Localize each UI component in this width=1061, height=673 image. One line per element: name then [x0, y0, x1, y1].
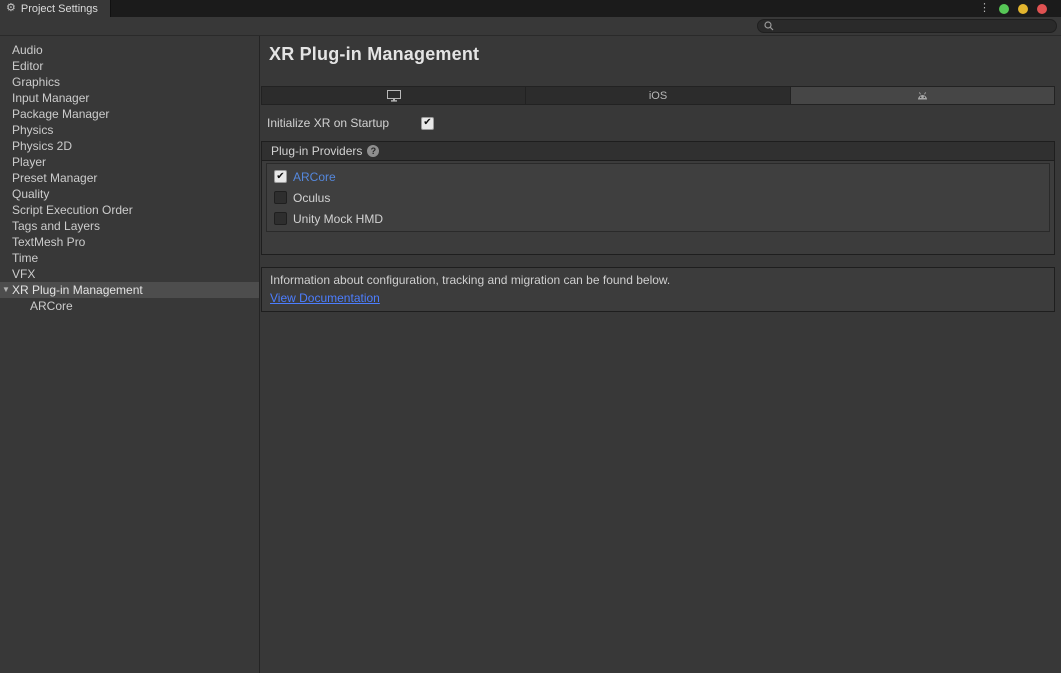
sidebar-item-textmesh-pro[interactable]: TextMesh Pro: [0, 234, 259, 250]
sidebar-item-editor[interactable]: Editor: [0, 58, 259, 74]
monitor-icon: [386, 90, 402, 102]
sidebar-item-label: Editor: [12, 58, 43, 74]
settings-category-list: Audio Editor Graphics Input Manager Pack…: [0, 42, 259, 314]
window-control-yellow[interactable]: [1018, 4, 1028, 14]
sidebar-item-label: Time: [12, 250, 38, 266]
plugin-providers-box: Plug-in Providers ? ✔ ARCore Oculus Unit…: [261, 141, 1055, 255]
page-title: XR Plug-in Management: [269, 44, 1055, 65]
foldout-triangle-icon[interactable]: ▼: [2, 282, 12, 298]
info-text: Information about configuration, trackin…: [270, 273, 1046, 287]
tab-android[interactable]: [790, 86, 1055, 105]
sidebar-item-label: Script Execution Order: [12, 202, 133, 218]
sidebar-item-label: Player: [12, 154, 46, 170]
window-control-red[interactable]: [1037, 4, 1047, 14]
sidebar-item-quality[interactable]: Quality: [0, 186, 259, 202]
sidebar-item-label: XR Plug-in Management: [12, 282, 143, 298]
sidebar-item-label: VFX: [12, 266, 35, 282]
sidebar-item-arcore[interactable]: ARCore: [0, 298, 259, 314]
window-control-green[interactable]: [999, 4, 1009, 14]
toolbar: [0, 17, 1061, 36]
sidebar-item-label: Graphics: [12, 74, 60, 90]
provider-checkbox[interactable]: [274, 212, 287, 225]
sidebar-item-input-manager[interactable]: Input Manager: [0, 90, 259, 106]
sidebar-item-label: Audio: [12, 42, 43, 58]
sidebar-item-audio[interactable]: Audio: [0, 42, 259, 58]
android-icon: [916, 90, 929, 102]
provider-checkbox[interactable]: [274, 191, 287, 204]
provider-list: ✔ ARCore Oculus Unity Mock HMD: [266, 163, 1050, 232]
sidebar-item-graphics[interactable]: Graphics: [0, 74, 259, 90]
tab-standalone[interactable]: [261, 86, 526, 105]
sidebar-item-label: Quality: [12, 186, 49, 202]
search-input[interactable]: [778, 20, 1050, 32]
plugin-providers-header: Plug-in Providers ?: [262, 142, 1054, 161]
tab-ios-label: iOS: [649, 90, 667, 102]
initialize-xr-label: Initialize XR on Startup: [267, 116, 421, 130]
main-panel: XR Plug-in Management iOS: [260, 36, 1061, 673]
provider-row-oculus[interactable]: Oculus: [267, 187, 1049, 208]
initialize-xr-row: Initialize XR on Startup ✔: [267, 116, 1055, 130]
provider-label: Oculus: [293, 191, 330, 205]
window-title: Project Settings: [21, 3, 98, 15]
sidebar-item-time[interactable]: Time: [0, 250, 259, 266]
sidebar-item-preset-manager[interactable]: Preset Manager: [0, 170, 259, 186]
platform-tabbar: iOS: [261, 86, 1055, 105]
sidebar-item-xr-plug-in-management[interactable]: ▼ XR Plug-in Management: [0, 282, 259, 298]
provider-row-arcore[interactable]: ✔ ARCore: [267, 166, 1049, 187]
sidebar-item-label: Tags and Layers: [12, 218, 100, 234]
window-controls: ⋮: [979, 0, 1047, 17]
provider-label: ARCore: [293, 170, 336, 184]
providers-spacer: [262, 232, 1054, 254]
sidebar-item-label: Preset Manager: [12, 170, 97, 186]
view-documentation-link[interactable]: View Documentation: [270, 291, 380, 305]
search-box[interactable]: [757, 19, 1057, 33]
tab-ios[interactable]: iOS: [525, 86, 790, 105]
provider-label: Unity Mock HMD: [293, 212, 383, 226]
sidebar-item-player[interactable]: Player: [0, 154, 259, 170]
sidebar-item-tags-and-layers[interactable]: Tags and Layers: [0, 218, 259, 234]
sidebar-item-package-manager[interactable]: Package Manager: [0, 106, 259, 122]
info-box: Information about configuration, trackin…: [261, 267, 1055, 312]
project-settings-tab[interactable]: ⚙ Project Settings: [0, 0, 111, 17]
provider-checkbox[interactable]: ✔: [274, 170, 287, 183]
sidebar-item-label: TextMesh Pro: [12, 234, 85, 250]
help-icon[interactable]: ?: [367, 145, 379, 157]
titlebar: ⚙ Project Settings ⋮: [0, 0, 1061, 17]
kebab-menu-icon[interactable]: ⋮: [979, 3, 990, 14]
provider-row-unity-mock-hmd[interactable]: Unity Mock HMD: [267, 208, 1049, 229]
sidebar-item-physics-2d[interactable]: Physics 2D: [0, 138, 259, 154]
sidebar-item-label: Physics 2D: [12, 138, 72, 154]
sidebar-item-label: Package Manager: [12, 106, 109, 122]
sidebar-item-script-execution-order[interactable]: Script Execution Order: [0, 202, 259, 218]
initialize-xr-checkbox[interactable]: ✔: [421, 117, 434, 130]
sidebar-item-physics[interactable]: Physics: [0, 122, 259, 138]
sidebar-item-label: ARCore: [30, 298, 73, 314]
sidebar-item-label: Input Manager: [12, 90, 89, 106]
plugin-providers-title: Plug-in Providers: [271, 144, 362, 158]
content: Audio Editor Graphics Input Manager Pack…: [0, 36, 1061, 673]
sidebar-item-label: Physics: [12, 122, 53, 138]
settings-sidebar: Audio Editor Graphics Input Manager Pack…: [0, 36, 260, 673]
sidebar-item-vfx[interactable]: VFX: [0, 266, 259, 282]
search-icon: [764, 21, 774, 31]
gear-icon: ⚙: [6, 3, 16, 14]
